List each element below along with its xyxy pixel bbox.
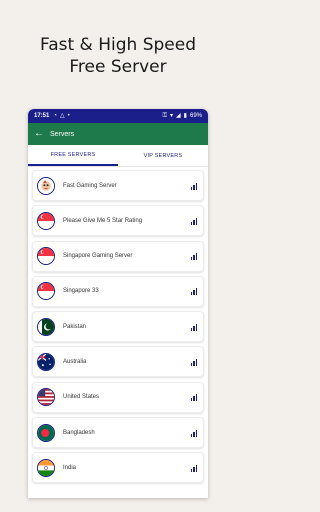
server-name: India bbox=[63, 464, 77, 471]
singapore-flag-icon bbox=[37, 211, 55, 230]
signal-strength-icon bbox=[190, 393, 197, 402]
server-list: Fast Gaming Server Please Give Me 5 Star… bbox=[28, 167, 208, 484]
server-name: Pakistan bbox=[63, 323, 87, 330]
server-row[interactable]: Australia bbox=[32, 346, 204, 378]
server-name: Fast Gaming Server bbox=[63, 182, 117, 189]
tab-free-servers[interactable]: FREE SERVERS bbox=[28, 145, 118, 166]
notification-dot-icon: • bbox=[67, 113, 70, 119]
bangladesh-flag-icon bbox=[37, 423, 55, 442]
australia-flag-icon bbox=[37, 352, 55, 371]
signal-strength-icon bbox=[190, 287, 197, 296]
tab-label: VIP SERVERS bbox=[143, 152, 183, 159]
cast-icon: △ bbox=[59, 113, 65, 119]
battery-icon: ▮ bbox=[183, 113, 187, 119]
signal-strength-icon bbox=[190, 217, 197, 225]
wifi-icon: ▾ bbox=[170, 113, 174, 119]
signal-strength-icon bbox=[190, 464, 197, 472]
phone-screen: 17:51 ◔ △ • ⚿ ▾ ◢ ▮ 69% ← Servers FREE S… bbox=[28, 109, 208, 498]
vpn-key-icon: ⚿ bbox=[162, 113, 168, 119]
server-name: Singapore 33 bbox=[63, 288, 99, 295]
server-row[interactable]: Pakistan bbox=[32, 311, 204, 343]
signal-strength-icon bbox=[190, 429, 197, 437]
server-name: Bangladesh bbox=[63, 429, 95, 436]
battery-percent: 69% bbox=[189, 113, 202, 119]
server-row[interactable]: Singapore Gaming Server bbox=[32, 240, 204, 272]
status-bar: 17:51 ◔ △ • ⚿ ▾ ◢ ▮ 69% bbox=[28, 109, 208, 123]
signal-strength-icon bbox=[190, 358, 197, 366]
app-bar-title: Servers bbox=[50, 130, 75, 138]
us-flag-icon bbox=[37, 388, 55, 407]
signal-icon: ◢ bbox=[176, 113, 181, 119]
server-row[interactable]: Singapore 33 bbox=[32, 275, 204, 307]
data-saver-icon: ◔ bbox=[53, 113, 57, 119]
gaming-icon bbox=[37, 176, 55, 195]
promo-title-line1: Fast & High Speed bbox=[40, 35, 196, 55]
server-name: Australia bbox=[63, 358, 87, 365]
signal-strength-icon bbox=[190, 252, 197, 261]
server-name: Singapore Gaming Server bbox=[63, 253, 133, 260]
server-row[interactable]: Bangladesh bbox=[32, 417, 204, 449]
server-name: United States bbox=[63, 394, 100, 401]
server-tabs: FREE SERVERS VIP SERVERS bbox=[28, 145, 208, 167]
promo-title: Fast & High Speed Free Server bbox=[0, 34, 236, 78]
tab-vip-servers[interactable]: VIP SERVERS bbox=[118, 145, 208, 166]
signal-strength-icon bbox=[190, 323, 197, 331]
server-row[interactable]: India bbox=[32, 452, 204, 484]
promo-title-line2: Free Server bbox=[69, 57, 167, 77]
server-row[interactable]: Please Give Me 5 Star Rating bbox=[32, 205, 204, 237]
back-arrow-icon[interactable]: ← bbox=[34, 129, 44, 139]
pakistan-flag-icon bbox=[37, 317, 55, 336]
status-time: 17:51 bbox=[34, 113, 50, 119]
singapore-flag-icon bbox=[37, 247, 55, 266]
server-row[interactable]: United States bbox=[32, 381, 204, 413]
server-name: Please Give Me 5 Star Rating bbox=[63, 217, 143, 224]
server-row[interactable]: Fast Gaming Server bbox=[32, 170, 204, 201]
india-flag-icon bbox=[37, 458, 55, 477]
singapore-flag-icon bbox=[37, 282, 55, 301]
signal-strength-icon bbox=[190, 182, 197, 190]
tab-label: FREE SERVERS bbox=[50, 151, 96, 158]
app-bar: ← Servers bbox=[28, 123, 208, 145]
